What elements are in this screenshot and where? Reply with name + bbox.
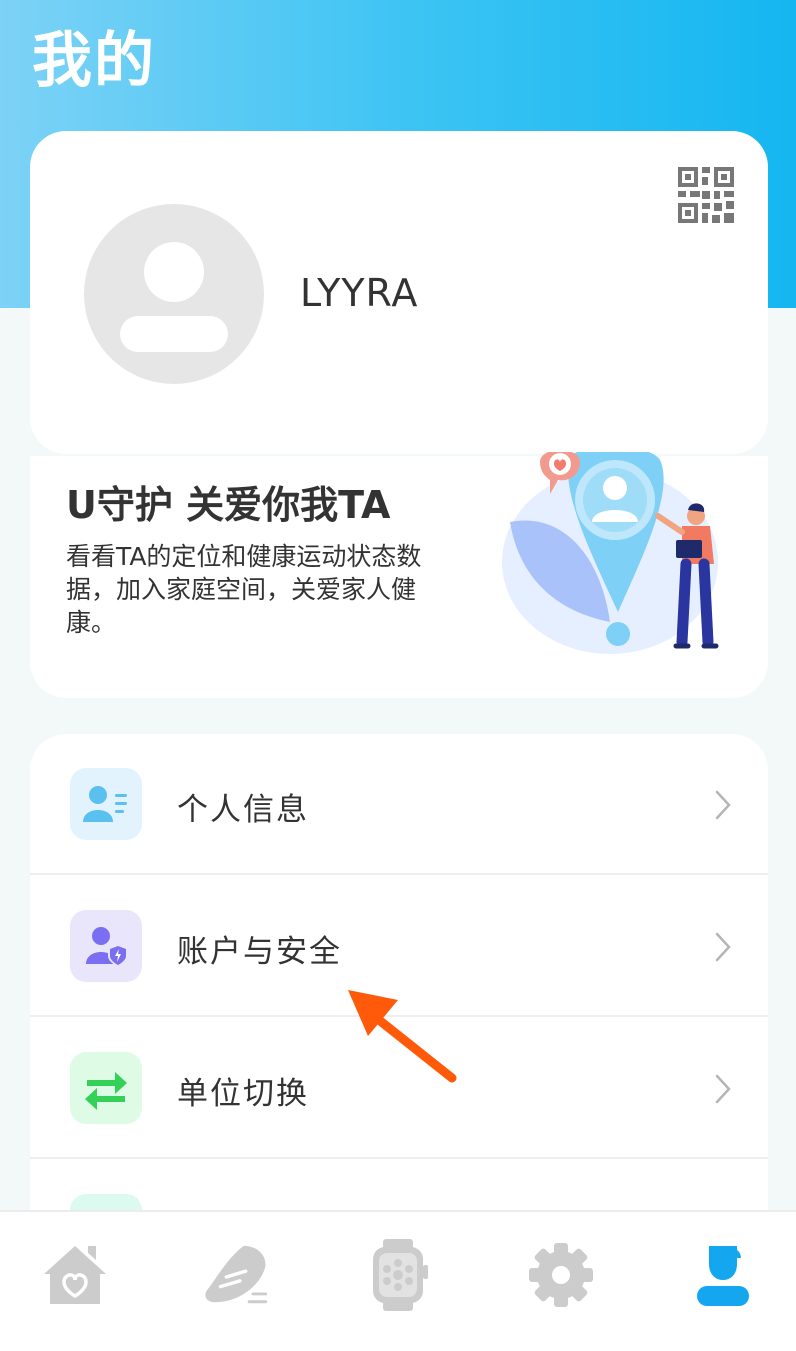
settings-gear-icon	[529, 1243, 593, 1307]
home-heart-icon	[44, 1246, 106, 1304]
user-info-icon	[70, 768, 142, 840]
qr-code-icon[interactable]	[678, 167, 734, 223]
chevron-right-icon	[715, 790, 731, 820]
tab-device[interactable]	[363, 1239, 433, 1311]
profile-person-icon	[697, 1246, 749, 1306]
annotation-arrow-icon	[348, 990, 457, 1083]
family-guard-promo-card[interactable]: U守护 关爱你我TA 看看TA的定位和健康运动状态数据，加入家庭空间，关爱家人健…	[30, 446, 768, 698]
chevron-right-icon	[715, 1074, 731, 1104]
avatar[interactable]	[84, 204, 264, 384]
sport-shoe-icon	[205, 1245, 268, 1304]
promo-title: U守护 关爱你我TA	[66, 483, 391, 527]
chevron-right-icon	[715, 932, 731, 962]
tab-home[interactable]	[40, 1240, 110, 1310]
username: LYYRA	[300, 271, 419, 315]
account-security-icon	[70, 910, 142, 982]
default-avatar-icon	[120, 242, 228, 352]
tab-profile[interactable]	[688, 1240, 758, 1310]
tab-sport[interactable]	[201, 1240, 271, 1310]
bottom-tab-bar	[0, 1210, 796, 1351]
menu-item-label: 个人信息	[177, 792, 309, 828]
promo-description: 看看TA的定位和健康运动状态数据，加入家庭空间，关爱家人健康。	[66, 542, 422, 637]
menu-item-label: 单位切换	[177, 1076, 309, 1112]
watch-icon	[373, 1239, 428, 1311]
menu-item-label: 账户与安全	[177, 934, 342, 970]
page-title: 我的	[32, 26, 156, 96]
menu-item-personal-info[interactable]: 个人信息	[30, 734, 768, 875]
location-care-illustration	[500, 446, 750, 662]
unit-switch-icon	[70, 1052, 142, 1124]
profile-card[interactable]: LYYRA	[30, 131, 768, 454]
tab-settings[interactable]	[526, 1240, 596, 1310]
